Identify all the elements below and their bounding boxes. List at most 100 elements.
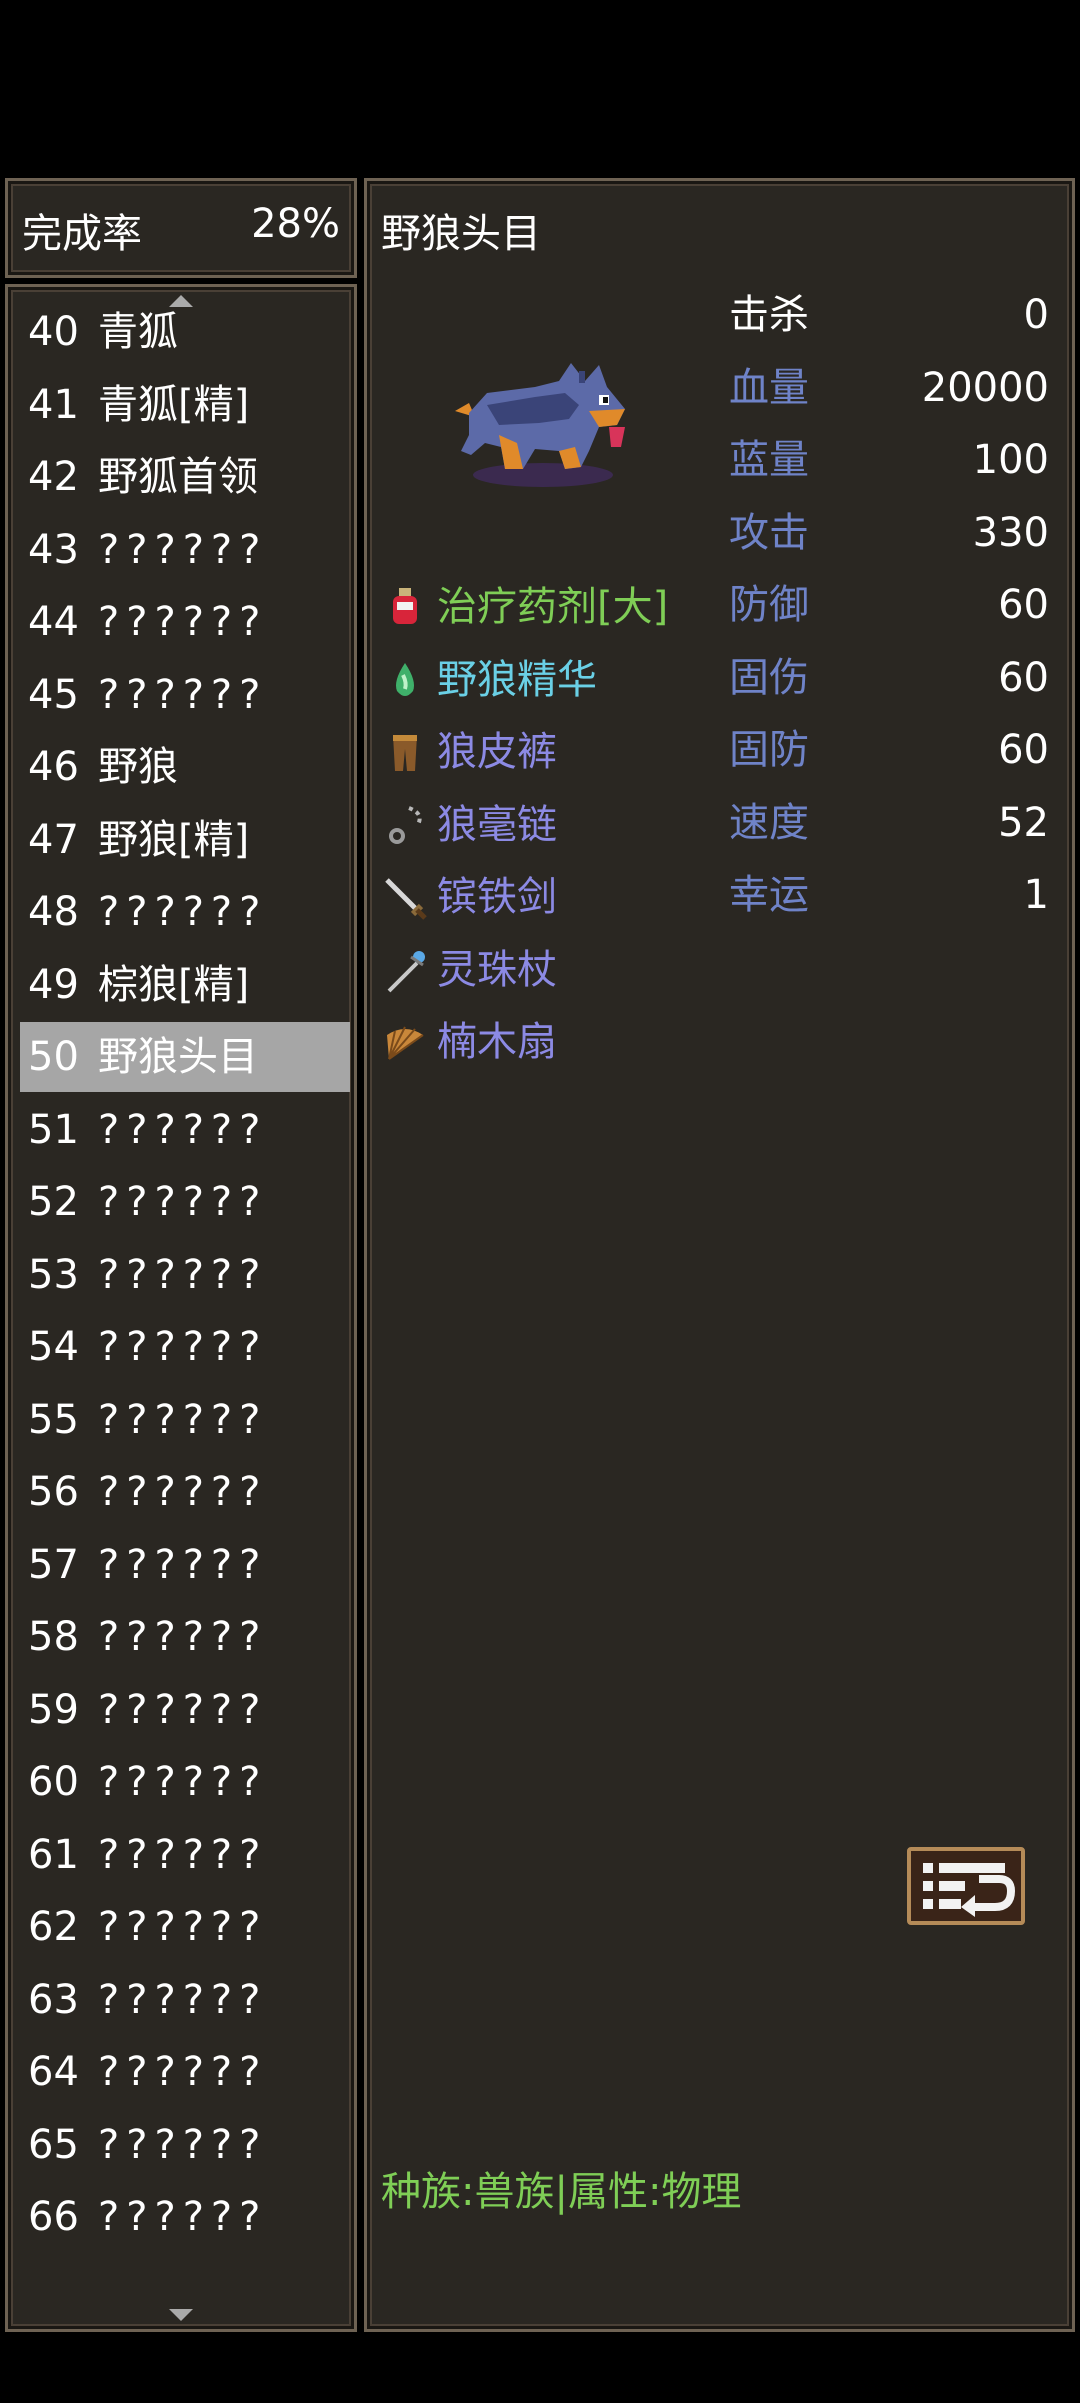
drop-item-name: 狼毫链 bbox=[437, 801, 557, 848]
monster-list-item[interactable]: 43?????? bbox=[20, 515, 350, 585]
green-essence-icon bbox=[381, 656, 429, 704]
monster-list-item[interactable]: 50 野狼头目 bbox=[20, 1022, 350, 1092]
monster-list-item[interactable]: 66?????? bbox=[20, 2182, 350, 2252]
monster-name: ?????? bbox=[98, 1324, 268, 1370]
monster-name: ?????? bbox=[98, 599, 268, 645]
monster-list-item[interactable]: 57?????? bbox=[20, 1530, 350, 1600]
race-attribute-info: 种族:兽族|属性:物理 bbox=[381, 2169, 742, 2215]
monster-list-item[interactable]: 63?????? bbox=[20, 1965, 350, 2035]
monster-list[interactable]: 40 青狐 41 青狐[精] 42 野狐首领 43?????? 44?????? 45?????… bbox=[5, 284, 357, 2332]
drop-item-name: 灵珠杖 bbox=[437, 946, 557, 993]
monster-list-item[interactable]: 60?????? bbox=[20, 1747, 350, 1817]
monster-number: 44 bbox=[28, 599, 79, 645]
monster-detail-panel: 野狼头目 击杀 0 血量 20000 蓝量 100 攻击 330 防御 60 固伤 60 固防 60 速度 5… bbox=[364, 178, 1075, 2332]
stat-label: 血量 bbox=[729, 364, 809, 411]
drop-item[interactable]: 野狼精华 bbox=[381, 642, 597, 714]
stat-row: 血量 20000 bbox=[729, 352, 1049, 424]
monster-list-item[interactable]: 65?????? bbox=[20, 2110, 350, 2180]
monster-name: 野狼 bbox=[98, 744, 178, 790]
stat-row: 固防 60 bbox=[729, 714, 1049, 786]
stat-row: 固伤 60 bbox=[729, 642, 1049, 714]
monster-list-item[interactable]: 47 野狼[精] bbox=[20, 805, 350, 875]
chain-necklace-icon bbox=[381, 801, 429, 849]
monster-list-item[interactable]: 55?????? bbox=[20, 1385, 350, 1455]
completion-panel: 完成率 28% bbox=[5, 178, 357, 278]
monster-name: 野狼头目 bbox=[98, 1034, 258, 1080]
monster-name: ?????? bbox=[98, 1976, 268, 2023]
monster-name: 野狐首领 bbox=[98, 454, 258, 500]
monster-number: 57 bbox=[28, 1541, 79, 1588]
monster-number: 64 bbox=[28, 2049, 79, 2095]
drop-item[interactable]: 狼皮裤 bbox=[381, 714, 557, 786]
monster-name: ?????? bbox=[98, 1396, 268, 1443]
red-potion-icon bbox=[381, 583, 429, 631]
monster-list-item[interactable]: 44?????? bbox=[20, 587, 350, 657]
monster-number: 51 bbox=[28, 1106, 79, 1153]
monster-list-item[interactable]: 45?????? bbox=[20, 660, 350, 730]
monster-title: 野狼头目 bbox=[381, 211, 541, 257]
monster-list-item[interactable]: 41 青狐[精] bbox=[20, 370, 350, 440]
stat-value: 330 bbox=[972, 509, 1049, 556]
monster-list-item[interactable]: 48?????? bbox=[20, 877, 350, 947]
monster-number: 48 bbox=[28, 889, 79, 935]
monster-name: ?????? bbox=[98, 1614, 268, 1660]
monster-name: ?????? bbox=[98, 526, 268, 573]
stat-value: 100 bbox=[972, 437, 1049, 483]
stat-value: 60 bbox=[998, 654, 1049, 701]
monster-list-item[interactable]: 53?????? bbox=[20, 1240, 350, 1310]
monster-number: 43 bbox=[28, 526, 79, 573]
stat-row: 攻击 330 bbox=[729, 497, 1049, 569]
drop-item[interactable]: 灵珠杖 bbox=[381, 932, 557, 1004]
monster-list-item[interactable]: 52?????? bbox=[20, 1167, 350, 1237]
monster-list-item[interactable]: 56?????? bbox=[20, 1457, 350, 1527]
monster-list-item[interactable]: 54?????? bbox=[20, 1312, 350, 1382]
monster-name: ?????? bbox=[98, 1251, 268, 1298]
monster-number: 45 bbox=[28, 671, 79, 718]
monster-list-item[interactable]: 40 青狐 bbox=[20, 297, 350, 367]
stat-label: 速度 bbox=[729, 799, 809, 846]
monster-list-item[interactable]: 59?????? bbox=[20, 1675, 350, 1745]
monster-name: ?????? bbox=[98, 889, 268, 935]
monster-number: 60 bbox=[28, 1759, 79, 1805]
stat-label: 蓝量 bbox=[729, 437, 809, 483]
monster-name: 野狼[精] bbox=[98, 816, 250, 863]
stat-value: 20000 bbox=[921, 364, 1049, 411]
monster-list-item[interactable]: 61?????? bbox=[20, 1820, 350, 1890]
drop-item-name: 镔铁剑 bbox=[437, 874, 557, 920]
staff-icon bbox=[381, 946, 429, 994]
sword-icon bbox=[381, 873, 429, 921]
drop-item[interactable]: 楠木扇 bbox=[381, 1004, 557, 1076]
monster-list-item[interactable]: 64?????? bbox=[20, 2037, 350, 2107]
drop-item[interactable]: 治疗药剂[大] bbox=[381, 569, 668, 641]
scroll-down-icon[interactable] bbox=[169, 2309, 193, 2321]
monster-name: ?????? bbox=[98, 1686, 268, 1733]
return-button[interactable] bbox=[907, 1847, 1025, 1925]
drop-item-name: 狼皮裤 bbox=[437, 729, 557, 775]
monster-name: ?????? bbox=[98, 2194, 268, 2240]
monster-list-item[interactable]: 46 野狼 bbox=[20, 732, 350, 802]
drop-item[interactable]: 狼毫链 bbox=[381, 787, 557, 859]
monster-name: ?????? bbox=[98, 671, 268, 718]
monster-number: 50 bbox=[28, 1034, 79, 1080]
monster-number: 62 bbox=[28, 1904, 79, 1950]
monster-list-item[interactable]: 62?????? bbox=[20, 1892, 350, 1962]
monster-number: 40 bbox=[28, 309, 79, 355]
stat-label: 防御 bbox=[729, 582, 809, 628]
drop-item[interactable]: 镔铁剑 bbox=[381, 859, 557, 931]
stat-value: 60 bbox=[998, 582, 1049, 628]
monster-list-item[interactable]: 58?????? bbox=[20, 1602, 350, 1672]
stat-row: 速度 52 bbox=[729, 787, 1049, 859]
monster-list-item[interactable]: 42 野狐首领 bbox=[20, 442, 350, 512]
drop-item-name: 楠木扇 bbox=[437, 1019, 557, 1065]
monster-number: 59 bbox=[28, 1686, 79, 1733]
stat-value: 0 bbox=[1023, 292, 1049, 338]
stat-value: 60 bbox=[998, 727, 1049, 773]
monster-name: ?????? bbox=[98, 2049, 268, 2095]
monster-number: 52 bbox=[28, 1179, 79, 1225]
monster-number: 53 bbox=[28, 1251, 79, 1298]
monster-number: 46 bbox=[28, 744, 79, 790]
monster-number: 49 bbox=[28, 961, 79, 1008]
stat-row: 防御 60 bbox=[729, 569, 1049, 641]
monster-list-item[interactable]: 51?????? bbox=[20, 1095, 350, 1165]
monster-list-item[interactable]: 49 棕狼[精] bbox=[20, 950, 350, 1020]
